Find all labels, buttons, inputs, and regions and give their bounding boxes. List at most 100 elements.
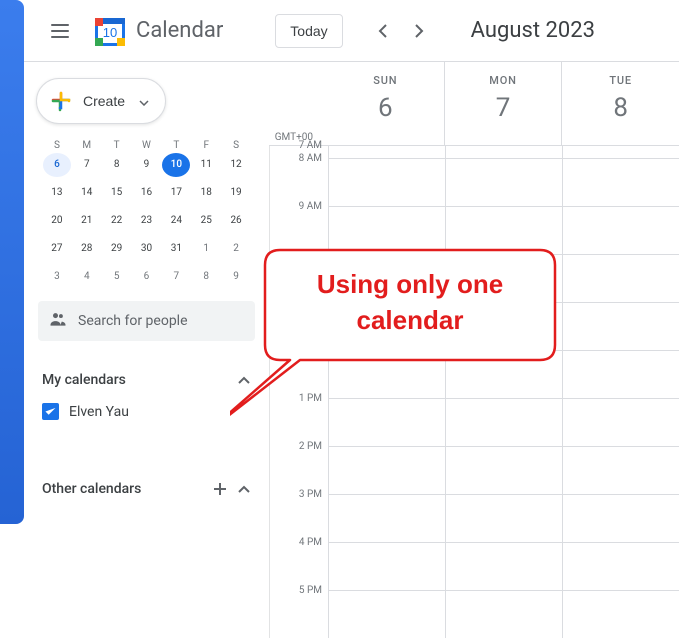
time-slot[interactable]: [445, 146, 562, 158]
time-slot[interactable]: [445, 495, 562, 542]
time-slot[interactable]: [562, 543, 679, 590]
time-slot[interactable]: [445, 543, 562, 590]
app-content: Create SMTWTFS 6789101112131415161718192…: [24, 62, 679, 524]
mini-calendar-day[interactable]: 30: [132, 237, 160, 261]
mini-dow-label: S: [42, 138, 72, 153]
time-slot[interactable]: [562, 207, 679, 254]
time-slot[interactable]: [562, 146, 679, 158]
mini-calendar-day[interactable]: 28: [73, 237, 101, 261]
mini-calendar-day[interactable]: 23: [132, 209, 160, 233]
time-slot[interactable]: [328, 159, 445, 206]
time-slot[interactable]: [562, 255, 679, 302]
calendar-app: 10 Calendar Today August 2023 Create SMT…: [24, 0, 679, 524]
next-period-button[interactable]: [403, 15, 435, 47]
mini-calendar-day[interactable]: 18: [192, 181, 220, 205]
mini-calendar-day[interactable]: 27: [43, 237, 71, 261]
time-slot[interactable]: [562, 399, 679, 446]
time-slot[interactable]: [445, 207, 562, 254]
mini-calendar-day[interactable]: 16: [132, 181, 160, 205]
time-slot[interactable]: [562, 495, 679, 542]
mini-calendar-day[interactable]: 12: [222, 153, 250, 177]
calendar-checkbox[interactable]: [42, 403, 59, 420]
time-slot[interactable]: [328, 447, 445, 494]
mini-calendar-day[interactable]: 29: [103, 237, 131, 261]
mini-calendar-day[interactable]: 11: [192, 153, 220, 177]
mini-calendar-day[interactable]: 7: [162, 265, 190, 289]
mini-calendar-day[interactable]: 26: [222, 209, 250, 233]
time-slot[interactable]: [562, 159, 679, 206]
mini-calendar-day[interactable]: 17: [162, 181, 190, 205]
sidebar: Create SMTWTFS 6789101112131415161718192…: [24, 62, 269, 524]
other-calendars-section-header[interactable]: Other calendars: [32, 462, 261, 506]
time-slot[interactable]: [445, 447, 562, 494]
mini-calendar-day[interactable]: 8: [192, 265, 220, 289]
hour-grid: 7 AM8 AM9 AM10 AM11 AM12 PM1 PM2 PM3 PM4…: [269, 146, 679, 638]
mini-calendar-day[interactable]: 6: [132, 265, 160, 289]
time-slot[interactable]: [328, 591, 445, 638]
mini-calendar-day[interactable]: 9: [222, 265, 250, 289]
main-menu-button[interactable]: [40, 11, 80, 51]
today-button[interactable]: Today: [275, 14, 342, 48]
time-slot[interactable]: [445, 303, 562, 350]
time-slot[interactable]: [445, 399, 562, 446]
mini-calendar-day[interactable]: 21: [73, 209, 101, 233]
mini-calendar-day[interactable]: 20: [43, 209, 71, 233]
hour-label: 8 AM: [274, 153, 322, 164]
hour-label: 1 PM: [274, 393, 322, 404]
mini-calendar-day[interactable]: 19: [222, 181, 250, 205]
mini-calendar-day[interactable]: 10: [162, 153, 190, 177]
mini-calendar-day[interactable]: 24: [162, 209, 190, 233]
mini-calendar-day[interactable]: 22: [103, 209, 131, 233]
mini-calendar-day[interactable]: 13: [43, 181, 71, 205]
my-calendars-section-header[interactable]: My calendars: [32, 353, 261, 397]
time-slot[interactable]: [328, 146, 445, 158]
time-slot[interactable]: [562, 447, 679, 494]
time-slot[interactable]: [328, 351, 445, 398]
mini-calendar-day[interactable]: 5: [103, 265, 131, 289]
day-column-header[interactable]: TUE8: [561, 62, 679, 145]
time-slot[interactable]: [328, 255, 445, 302]
hour-row: 11 AM: [328, 302, 679, 350]
calendar-list-item: Elven Yau: [32, 397, 261, 426]
search-people-input[interactable]: Search for people: [38, 301, 255, 341]
time-slot[interactable]: [562, 351, 679, 398]
search-placeholder: Search for people: [78, 313, 188, 329]
mini-calendar-day[interactable]: 15: [103, 181, 131, 205]
time-slot[interactable]: [445, 159, 562, 206]
time-slot[interactable]: [328, 303, 445, 350]
time-slot[interactable]: [328, 399, 445, 446]
hour-label: 11 AM: [274, 297, 322, 308]
add-calendar-button[interactable]: [211, 480, 229, 498]
hour-row: 3 PM: [328, 494, 679, 542]
time-slot[interactable]: [328, 495, 445, 542]
prev-period-button[interactable]: [367, 15, 399, 47]
mini-dow-label: T: [161, 138, 191, 153]
mini-calendar-day[interactable]: 9: [132, 153, 160, 177]
time-slot[interactable]: [562, 303, 679, 350]
hour-row: 12 PM: [328, 350, 679, 398]
mini-calendar-day[interactable]: 2: [222, 237, 250, 261]
mini-calendar-day[interactable]: 25: [192, 209, 220, 233]
time-slot[interactable]: [445, 255, 562, 302]
mini-calendar-day[interactable]: 4: [73, 265, 101, 289]
mini-calendar-day[interactable]: 3: [43, 265, 71, 289]
time-slot[interactable]: [562, 591, 679, 638]
hamburger-icon: [51, 24, 69, 38]
hour-label: 2 PM: [274, 441, 322, 452]
day-column-header[interactable]: SUN6: [327, 62, 444, 145]
mini-calendar-day[interactable]: 8: [103, 153, 131, 177]
mini-calendar-day[interactable]: 14: [73, 181, 101, 205]
create-button[interactable]: Create: [36, 78, 166, 124]
day-column-header[interactable]: MON7: [444, 62, 562, 145]
mini-calendar-day[interactable]: 1: [192, 237, 220, 261]
current-period-label: August 2023: [471, 18, 595, 43]
chevron-up-icon: [235, 480, 253, 498]
mini-calendar-day[interactable]: 7: [73, 153, 101, 177]
mini-calendar-day[interactable]: 31: [162, 237, 190, 261]
mini-calendar-day[interactable]: 6: [43, 153, 71, 177]
time-slot[interactable]: [328, 543, 445, 590]
time-slot[interactable]: [445, 351, 562, 398]
time-slot[interactable]: [328, 207, 445, 254]
hour-row: 7 AM: [328, 146, 679, 158]
time-slot[interactable]: [445, 591, 562, 638]
